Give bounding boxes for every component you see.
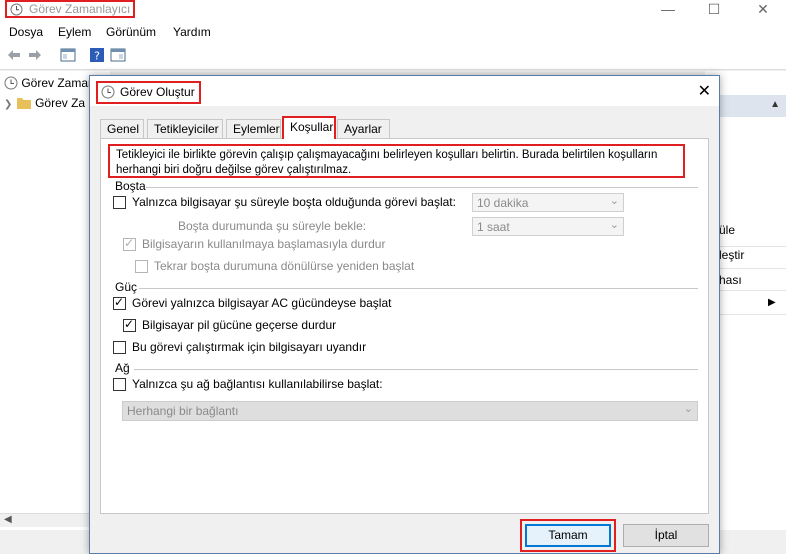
dialog-titlebar: Görev Oluştur ✕	[90, 76, 719, 106]
divider	[146, 187, 698, 188]
wake-computer-label: Bu görevi çalıştırmak için bilgisayarı u…	[132, 340, 367, 354]
action-pane-icon[interactable]	[110, 47, 126, 63]
ok-button[interactable]: Tamam	[525, 524, 611, 547]
tab-tetikleyiciler[interactable]: Tetikleyiciler	[147, 119, 223, 138]
maximize-button[interactable]: ☐	[691, 0, 737, 22]
idle-group-label: Boşta	[115, 179, 146, 193]
clock-icon	[10, 3, 23, 19]
tree-item-library-label: Görev Za	[35, 96, 86, 110]
tree-item-root[interactable]: Görev Zamanl	[4, 76, 97, 90]
action-item[interactable]: üle	[719, 223, 735, 237]
action-item[interactable]: leştir	[719, 248, 744, 262]
chevron-down-icon: ⌄	[609, 195, 619, 207]
clock-icon	[101, 85, 115, 102]
tab-ayarlar[interactable]: Ayarlar	[337, 119, 390, 138]
wait-label: Boşta durumunda şu süreyle bekle:	[178, 219, 367, 233]
network-connection-label: Yalnızca şu ağ bağlantısı kullanılabilir…	[132, 377, 383, 391]
menubar: Dosya Eylem Görünüm Yardım	[0, 22, 786, 42]
divider	[134, 369, 698, 370]
menu-eylem[interactable]: Eylem	[58, 25, 91, 39]
wait-duration-combo[interactable]: 1 saat ⌄	[472, 217, 624, 236]
network-connection-checkbox[interactable]	[113, 378, 126, 391]
divider	[139, 288, 698, 289]
close-window-button[interactable]: ✕	[740, 0, 786, 22]
wait-duration-value: 1 saat	[477, 220, 510, 234]
app-title-text: Görev Zamanlayıcı	[29, 2, 131, 16]
conditions-description: Tetikleyici ile birlikte görevin çalışıp…	[108, 144, 685, 178]
app-title: Görev Zamanlayıcı	[5, 0, 136, 19]
dialog-title: Görev Oluştur	[96, 81, 201, 104]
start-idle-label: Yalnızca bilgisayar şu süreyle boşta old…	[132, 195, 456, 209]
network-connection-combo[interactable]: Herhangi bir bağlantı ⌄	[122, 401, 698, 421]
tab-genel[interactable]: Genel	[100, 119, 144, 138]
submenu-arrow-icon[interactable]: ▶	[768, 297, 776, 308]
power-group-label: Güç	[115, 280, 138, 294]
chevron-down-icon: ⌄	[683, 403, 693, 415]
clock-icon	[4, 76, 18, 90]
tab-eylemler[interactable]: Eylemler	[226, 119, 281, 138]
cancel-button[interactable]: İptal	[623, 524, 709, 547]
help-icon[interactable]: ?	[89, 47, 105, 63]
action-item[interactable]: hası	[719, 273, 742, 287]
network-group-label: Ağ	[115, 361, 130, 375]
chevron-right-icon[interactable]: ❯	[4, 99, 12, 110]
ac-power-checkbox[interactable]: ✓	[113, 295, 126, 310]
scroll-left-icon[interactable]: ◀	[4, 514, 12, 525]
battery-stop-checkbox[interactable]: ✓	[123, 317, 136, 332]
ac-power-label: Görevi yalnızca bilgisayar AC gücündeyse…	[132, 296, 392, 310]
chevron-down-icon: ⌄	[609, 219, 619, 231]
minimize-button[interactable]: —	[645, 0, 691, 22]
toolbar: ?	[0, 42, 786, 70]
folder-icon	[16, 98, 31, 109]
idle-duration-value: 10 dakika	[477, 196, 529, 210]
dialog-title-text: Görev Oluştur	[120, 85, 195, 99]
restart-idle-checkbox[interactable]	[135, 260, 148, 273]
network-connection-value: Herhangi bir bağlantı	[127, 404, 239, 418]
forward-arrow-icon[interactable]	[27, 47, 43, 63]
svg-text:?: ?	[94, 50, 100, 63]
wake-computer-checkbox[interactable]	[113, 341, 126, 354]
conditions-panel: Tetikleyici ile birlikte görevin çalışıp…	[100, 138, 709, 514]
tree-item-library[interactable]: ❯ Görev Za	[4, 96, 85, 110]
tree-item-root-label: Görev Zamanl	[21, 76, 98, 90]
back-arrow-icon[interactable]	[6, 47, 22, 63]
collapse-up-icon[interactable]: ▲	[770, 99, 780, 110]
menu-yardim[interactable]: Yardım	[173, 25, 211, 39]
battery-stop-label: Bilgisayar pil gücüne geçerse durdur	[142, 318, 337, 332]
dialog-close-icon[interactable]: ✕	[698, 81, 711, 101]
stop-on-use-label: Bilgisayarın kullanılmaya başlamasıyla d…	[142, 237, 386, 251]
main-titlebar: Görev Zamanlayıcı — ☐ ✕	[0, 0, 786, 22]
start-idle-checkbox[interactable]	[113, 196, 126, 209]
restart-idle-label: Tekrar boşta durumuna dönülürse yeniden …	[154, 259, 415, 273]
stop-on-use-checkbox[interactable]: ✓	[123, 236, 136, 251]
tab-kosullar[interactable]: Koşullar	[282, 116, 336, 139]
idle-duration-combo[interactable]: 10 dakika ⌄	[472, 193, 624, 212]
menu-gorunum[interactable]: Görünüm	[106, 25, 156, 39]
menu-dosya[interactable]: Dosya	[9, 25, 43, 39]
create-task-dialog: Görev Oluştur ✕ Genel Tetikleyiciler Eyl…	[89, 75, 720, 554]
console-tree-icon[interactable]	[60, 47, 76, 63]
